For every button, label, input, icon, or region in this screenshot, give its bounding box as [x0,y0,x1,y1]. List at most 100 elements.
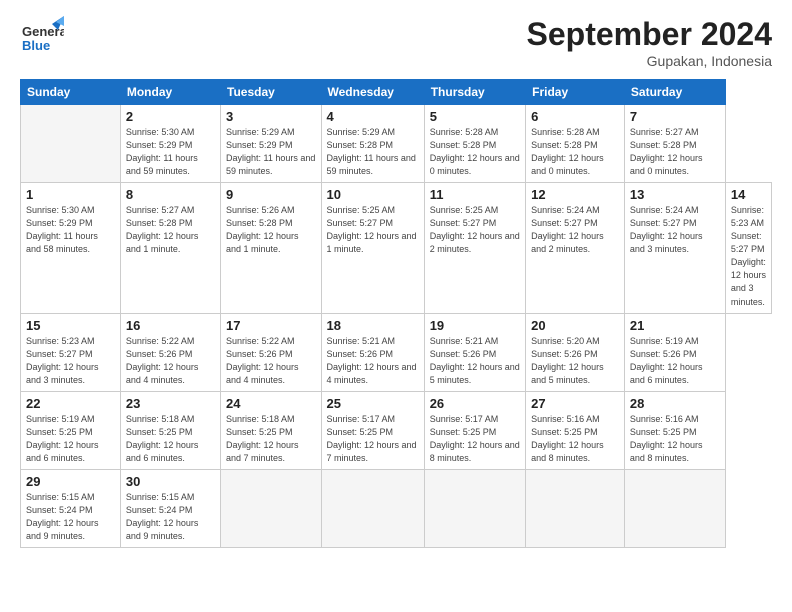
calendar-row: 22Sunrise: 5:19 AMSunset: 5:25 PMDayligh… [21,391,772,469]
day-number: 11 [430,187,520,202]
day-number: 12 [531,187,619,202]
calendar-row: 15 Sunrise: 5:23 AMSunset: 5:27 PMDayligh… [21,313,772,391]
day-number: 25 [327,396,419,411]
day-info: Sunrise: 5:23 AMSunset: 5:27 PMDaylight:… [26,335,115,387]
svg-text:Blue: Blue [22,38,50,53]
day-info: Sunrise: 5:25 AMSunset: 5:27 PMDaylight:… [327,204,419,256]
calendar-cell: 23Sunrise: 5:18 AMSunset: 5:25 PMDayligh… [120,391,220,469]
day-number: 15 [26,318,115,333]
calendar-cell: 12 Sunrise: 5:24 AMSunset: 5:27 PMDayligh… [526,183,625,313]
calendar-cell: 7 Sunrise: 5:27 AMSunset: 5:28 PMDaylight… [624,105,725,183]
page: General Blue September 2024 Gupakan, Ind… [0,0,792,612]
month-title: September 2024 [527,16,772,53]
calendar-cell: 4 Sunrise: 5:29 AMSunset: 5:28 PMDaylight… [321,105,424,183]
day-number: 19 [430,318,520,333]
day-info: Sunrise: 5:24 AMSunset: 5:27 PMDaylight:… [630,204,720,256]
day-number: 22 [26,396,115,411]
location: Gupakan, Indonesia [527,53,772,69]
day-info: Sunrise: 5:18 AMSunset: 5:25 PMDaylight:… [226,413,316,465]
day-number: 10 [327,187,419,202]
calendar-row: 1Sunrise: 5:30 AMSunset: 5:29 PMDaylight… [21,183,772,313]
calendar-cell: 21 Sunrise: 5:19 AMSunset: 5:26 PMDayligh… [624,313,725,391]
day-info: Sunrise: 5:28 AMSunset: 5:28 PMDaylight:… [430,126,520,178]
calendar-cell [21,105,121,183]
title-block: September 2024 Gupakan, Indonesia [527,16,772,69]
calendar-cell: 16 Sunrise: 5:22 AMSunset: 5:26 PMDayligh… [120,313,220,391]
day-info: Sunrise: 5:20 AMSunset: 5:26 PMDaylight:… [531,335,619,387]
day-info: Sunrise: 5:25 AMSunset: 5:27 PMDaylight:… [430,204,520,256]
calendar-cell: 1Sunrise: 5:30 AMSunset: 5:29 PMDaylight… [21,183,121,313]
calendar-cell: 26Sunrise: 5:17 AMSunset: 5:25 PMDayligh… [424,391,525,469]
calendar-cell: 29 Sunrise: 5:15 AMSunset: 5:24 PMDayligh… [21,469,121,547]
day-info: Sunrise: 5:24 AMSunset: 5:27 PMDaylight:… [531,204,619,256]
calendar-cell: 9Sunrise: 5:26 AMSunset: 5:28 PMDaylight… [221,183,322,313]
calendar-cell: 2 Sunrise: 5:30 AMSunset: 5:29 PMDaylight… [120,105,220,183]
header: General Blue September 2024 Gupakan, Ind… [20,16,772,69]
day-number: 18 [327,318,419,333]
header-monday: Monday [120,80,220,105]
calendar-cell: 19 Sunrise: 5:21 AMSunset: 5:26 PMDayligh… [424,313,525,391]
calendar-cell: 10 Sunrise: 5:25 AMSunset: 5:27 PMDayligh… [321,183,424,313]
day-number: 7 [630,109,720,124]
day-info: Sunrise: 5:19 AMSunset: 5:26 PMDaylight:… [630,335,720,387]
day-number: 4 [327,109,419,124]
weekday-header-row: Sunday Monday Tuesday Wednesday Thursday… [21,80,772,105]
day-info: Sunrise: 5:29 AMSunset: 5:28 PMDaylight:… [327,126,419,178]
day-number: 14 [731,187,766,202]
day-number: 16 [126,318,215,333]
calendar-cell: 22Sunrise: 5:19 AMSunset: 5:25 PMDayligh… [21,391,121,469]
header-sunday: Sunday [21,80,121,105]
day-number: 3 [226,109,316,124]
day-info: Sunrise: 5:23 AMSunset: 5:27 PMDaylight:… [731,204,766,308]
calendar-cell: 13 Sunrise: 5:24 AMSunset: 5:27 PMDayligh… [624,183,725,313]
day-number: 28 [630,396,720,411]
calendar-cell [624,469,725,547]
day-info: Sunrise: 5:21 AMSunset: 5:26 PMDaylight:… [430,335,520,387]
day-info: Sunrise: 5:29 AMSunset: 5:29 PMDaylight:… [226,126,316,178]
calendar-cell: 17 Sunrise: 5:22 AMSunset: 5:26 PMDayligh… [221,313,322,391]
day-number: 26 [430,396,520,411]
calendar-cell: 6Sunrise: 5:28 AMSunset: 5:28 PMDaylight… [526,105,625,183]
day-number: 13 [630,187,720,202]
day-number: 9 [226,187,316,202]
day-number: 8 [126,187,215,202]
calendar-cell: 18 Sunrise: 5:21 AMSunset: 5:26 PMDayligh… [321,313,424,391]
header-thursday: Thursday [424,80,525,105]
day-info: Sunrise: 5:22 AMSunset: 5:26 PMDaylight:… [226,335,316,387]
calendar-cell: 27Sunrise: 5:16 AMSunset: 5:25 PMDayligh… [526,391,625,469]
day-number: 23 [126,396,215,411]
day-info: Sunrise: 5:16 AMSunset: 5:25 PMDaylight:… [630,413,720,465]
calendar-cell [526,469,625,547]
calendar-cell: 20Sunrise: 5:20 AMSunset: 5:26 PMDayligh… [526,313,625,391]
day-info: Sunrise: 5:30 AMSunset: 5:29 PMDaylight:… [126,126,215,178]
calendar-cell [424,469,525,547]
day-info: Sunrise: 5:15 AMSunset: 5:24 PMDaylight:… [26,491,115,543]
calendar-cell: 30Sunrise: 5:15 AMSunset: 5:24 PMDayligh… [120,469,220,547]
day-number: 21 [630,318,720,333]
day-number: 2 [126,109,215,124]
calendar-cell [221,469,322,547]
logo-icon: General Blue [20,16,64,60]
calendar-row: 29 Sunrise: 5:15 AMSunset: 5:24 PMDayligh… [21,469,772,547]
day-info: Sunrise: 5:27 AMSunset: 5:28 PMDaylight:… [126,204,215,256]
day-number: 17 [226,318,316,333]
calendar-row: 2 Sunrise: 5:30 AMSunset: 5:29 PMDaylight… [21,105,772,183]
header-friday: Friday [526,80,625,105]
day-number: 24 [226,396,316,411]
header-wednesday: Wednesday [321,80,424,105]
day-number: 6 [531,109,619,124]
day-info: Sunrise: 5:30 AMSunset: 5:29 PMDaylight:… [26,204,115,256]
calendar-cell: 28 Sunrise: 5:16 AMSunset: 5:25 PMDayligh… [624,391,725,469]
calendar-cell: 24 Sunrise: 5:18 AMSunset: 5:25 PMDayligh… [221,391,322,469]
day-info: Sunrise: 5:17 AMSunset: 5:25 PMDaylight:… [327,413,419,465]
header-tuesday: Tuesday [221,80,322,105]
day-info: Sunrise: 5:22 AMSunset: 5:26 PMDaylight:… [126,335,215,387]
day-number: 29 [26,474,115,489]
header-saturday: Saturday [624,80,725,105]
day-number: 5 [430,109,520,124]
day-info: Sunrise: 5:21 AMSunset: 5:26 PMDaylight:… [327,335,419,387]
day-info: Sunrise: 5:27 AMSunset: 5:28 PMDaylight:… [630,126,720,178]
day-info: Sunrise: 5:16 AMSunset: 5:25 PMDaylight:… [531,413,619,465]
calendar-cell: 8 Sunrise: 5:27 AMSunset: 5:28 PMDaylight… [120,183,220,313]
calendar-cell: 5 Sunrise: 5:28 AMSunset: 5:28 PMDaylight… [424,105,525,183]
